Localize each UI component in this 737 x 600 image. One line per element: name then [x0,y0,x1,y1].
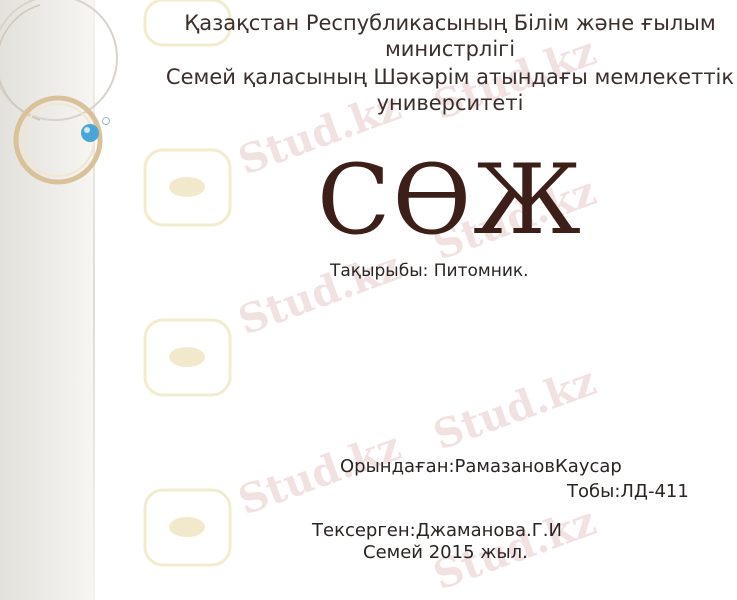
group-line: Тобы:ЛД-411 [567,481,689,502]
watermark-bird-icon [169,517,205,537]
watermark-bird-icon [169,347,205,367]
watermark-text-3: Stud.kz [232,243,407,345]
topic-line: Тақырыбы: Питомник. [330,261,529,281]
watermark-text-6: Stud.kz [427,358,602,460]
ministry-heading: Қазақстан Республикасының Білім және ғыл… [184,11,716,61]
university-heading: Семей қаласының Шәкәрім атындағы мемлеке… [165,65,735,115]
city-year-line: Семей 2015 жыл. [363,542,528,563]
watermark-bird-icon [169,177,205,197]
slide-title: СӨЖ [316,144,583,256]
performer-line: Орындаған:РамазановКаусар [340,456,622,477]
checker-line: Тексерген:Джаманова.Г.И [312,520,562,541]
